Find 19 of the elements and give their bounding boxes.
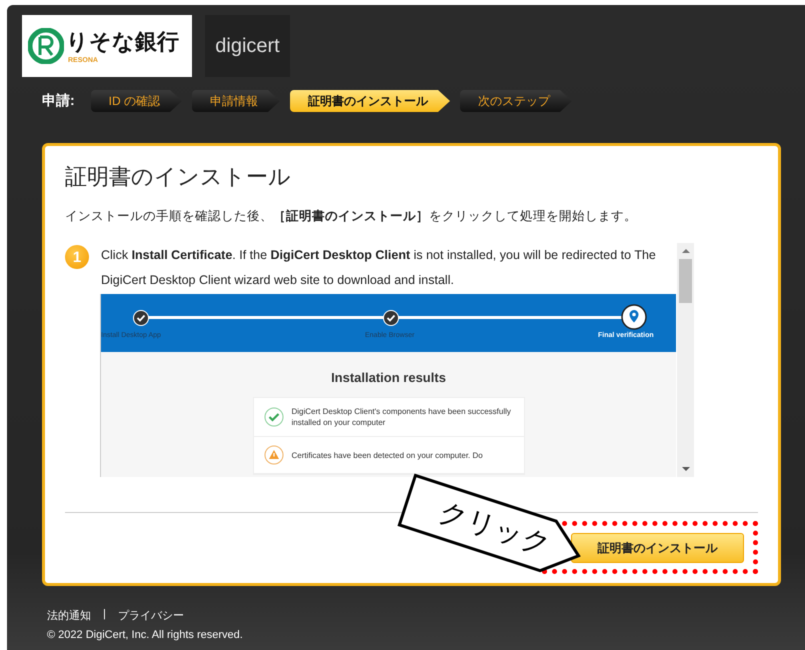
step-tab[interactable]: 申請情報 xyxy=(192,90,280,112)
result-text: DigiCert Desktop Client's components have been successfully installed on your computer xyxy=(292,406,512,428)
copyright-text: © 2022 DigiCert, Inc. All rights reserved. xyxy=(47,629,244,641)
page-title: 証明書のインストール xyxy=(65,163,292,191)
step-tab[interactable]: 証明書のインストール xyxy=(290,90,450,112)
step-text: Click Install Certificate. If the DigiCert Desktop Client is not installed, you will be redirected to The DigiCert Desktop Client wizard web site to download and install. xyxy=(101,247,657,289)
bank-name: りそな銀行 xyxy=(66,28,179,54)
step-tab[interactable]: ID の確認 xyxy=(90,90,182,112)
install-button[interactable]: 証明書のインストール xyxy=(571,533,744,563)
result-text: Certificates have been detected on your computer. Do xyxy=(292,450,483,460)
footer-link[interactable]: 法的通知 xyxy=(47,608,91,623)
footer-link[interactable]: プライバシー xyxy=(118,608,184,623)
instruction-text: インストールの手順を確認した後、［証明書のインストール］をクリックして処理を開始します。 xyxy=(65,208,638,225)
separator: | xyxy=(103,608,106,622)
steps-label: 申請: xyxy=(42,92,75,110)
step-tab[interactable]: 次のステップ xyxy=(460,90,572,112)
step-number: 1 xyxy=(65,245,89,269)
results-heading: Installation results xyxy=(331,370,446,385)
partner-logo: digicert xyxy=(205,15,290,77)
